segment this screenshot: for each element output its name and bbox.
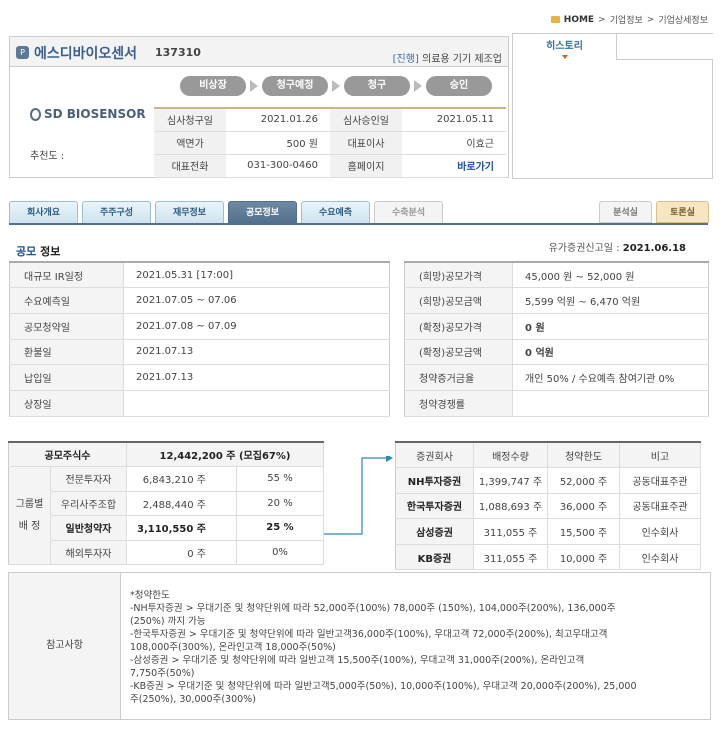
pricing-table: (희망)공모가격 45,000 원 ~ 52,000 원 (희망)공모금액 5,59… [404, 261, 709, 417]
table-row: 한국투자증권 1,088,693 주 36,000 주 공동대표주관 [395, 493, 701, 520]
tab-financials[interactable]: 재무정보 [155, 201, 224, 223]
industry-label: 의료용 기기 제조업 [422, 54, 502, 65]
breadcrumb-level2[interactable]: 기업상세정보 [658, 13, 708, 26]
company-logo: SD BIOSENSOR [30, 107, 146, 121]
side-tabs: 분석실 토론실 [599, 201, 709, 223]
section-title: 공모 정보 [16, 245, 61, 258]
history-tab-empty [617, 34, 713, 60]
table-row: 청약경쟁률 [404, 390, 709, 417]
table-row: 심사청구일 2021.01.26 심사승인일 2021.05.11 [154, 107, 506, 132]
breadcrumb-level1[interactable]: 기업정보 [610, 13, 643, 26]
table-row: 일반청약자 3,110,550 주 25 % [9, 515, 324, 541]
tab-analysis-room[interactable]: 분석실 [599, 201, 652, 223]
table-row: (희망)공모금액 5,599 억원 ~ 6,470 억원 [404, 287, 709, 314]
filing-date: 유가증권신고일 : 2021.06.18 [548, 243, 686, 254]
logo-text: SD BIOSENSOR [44, 107, 146, 121]
table-row: 공모주식수 12,442,200 주 (모집67%) [8, 442, 324, 467]
company-status: [진행] 의료용 기기 제조업 [393, 50, 502, 65]
table-row: 상장일 [9, 390, 390, 417]
schedule-table: 대규모 IR일정 2021.05.31 [17:00] 수요예측일 2021.07.… [9, 261, 390, 417]
table-row: 공모청약일 2021.07.08 ~ 07.09 [9, 313, 390, 340]
company-name: 에스디바이오센서 [34, 46, 138, 62]
company-icon: P [16, 46, 29, 59]
tab-return-analysis[interactable]: 수축분석 [374, 201, 443, 223]
tab-discussion-room[interactable]: 토론실 [656, 201, 709, 223]
status-tag: [진행] [392, 54, 419, 65]
table-row: 환불일 2021.07.13 [9, 339, 390, 366]
breadcrumb-sep: > [598, 14, 606, 25]
active-tab-marker-icon [562, 55, 568, 59]
table-row: 수요예측일 2021.07.05 ~ 07.06 [9, 287, 390, 314]
history-tab[interactable]: 히스토리 [513, 34, 617, 60]
listing-steps: 비상장 청구예정 청구 승인 [180, 76, 492, 96]
connector-arrow-icon [324, 456, 393, 535]
step-arrow-icon [250, 80, 258, 92]
table-row: KB증권 311,055 주 10,000 주 인수회사 [395, 544, 701, 571]
underwriter-table: 증권회사 배정수량 청약한도 비고 NH투자증권 1,399,747 주 52,… [395, 441, 701, 571]
table-row: 청약증거금율 개인 50% / 수요예측 참여기관 0% [404, 364, 709, 391]
table-row: 우리사주조합 2,488,440 주 20 % [9, 491, 324, 516]
table-row: 납입일 2021.07.13 [9, 364, 390, 391]
allocation-table: 공모주식수 12,442,200 주 (모집67%) 그룹별 배 정 전문투자자 … [8, 441, 324, 565]
main-tabs: 회사개요 주주구성 재무정보 공모정보 수요예측 수축분석 [9, 201, 443, 223]
table-row: 액면가 500 원 대표이사 이효근 [154, 131, 506, 155]
table-row: 그룹별 배 정 전문투자자 6,843,210 주 55 % [8, 466, 324, 565]
tab-divider [9, 223, 708, 225]
breadcrumb-home[interactable]: HOME [564, 15, 594, 25]
step-planned: 청구예정 [262, 76, 328, 96]
notes-panel: 참고사항 *청약한도 -NH투자증권 > 우대기준 및 청약단위에 따라 52,… [8, 572, 711, 720]
step-unlisted: 비상장 [180, 76, 246, 96]
table-row: 증권회사 배정수량 청약한도 비고 [395, 442, 701, 469]
table-row: 대규모 IR일정 2021.05.31 [17:00] [9, 262, 390, 289]
tab-demand-forecast[interactable]: 수요예측 [301, 201, 370, 223]
table-row: 해외투자자 0 주 0% [9, 540, 324, 565]
group-allocation-label: 그룹별 배 정 [8, 466, 51, 565]
homepage-link[interactable]: 바로가기 [402, 154, 506, 178]
recommender-label: 추천도 : [30, 151, 65, 162]
notes-label: 참고사항 [9, 573, 121, 719]
step-approved: 승인 [426, 76, 492, 96]
home-icon [550, 16, 560, 23]
logo-mark-icon [30, 107, 41, 121]
table-row: NH투자증권 1,399,747 주 52,000 주 공동대표주관 [395, 467, 701, 494]
company-title-bar: P 에스디바이오센서 137310 [진행] 의료용 기기 제조업 [10, 37, 508, 67]
step-arrow-icon [332, 80, 340, 92]
history-panel: 히스토리 [512, 33, 713, 179]
company-code: 137310 [155, 46, 201, 59]
table-row: 삼성증권 311,055 주 15,500 주 인수회사 [395, 518, 701, 545]
tab-company-overview[interactable]: 회사개요 [9, 201, 78, 223]
table-row: (희망)공모가격 45,000 원 ~ 52,000 원 [404, 262, 709, 289]
breadcrumb-sep: > [646, 14, 655, 25]
company-panel: P 에스디바이오센서 137310 [진행] 의료용 기기 제조업 비상장 청구… [9, 36, 509, 178]
table-row: (확정)공모가격 0 원 [404, 313, 709, 340]
table-row: (확정)공모금액 0 억원 [404, 339, 709, 366]
step-arrow-icon [414, 80, 422, 92]
tab-offering-info[interactable]: 공모정보 [228, 201, 297, 223]
company-info-table: 심사청구일 2021.01.26 심사승인일 2021.05.11 액면가 50… [154, 107, 506, 178]
notes-text: *청약한도 -NH투자증권 > 우대기준 및 청약단위에 따라 52,000주(… [130, 590, 637, 705]
breadcrumb: HOME > 기업정보 > 기업상세정보 [550, 13, 708, 26]
table-row: 대표전화 031-300-0460 홈페이지 바로가기 [154, 154, 506, 178]
step-filed: 청구 [344, 76, 410, 96]
tab-shareholders[interactable]: 주주구성 [82, 201, 151, 223]
